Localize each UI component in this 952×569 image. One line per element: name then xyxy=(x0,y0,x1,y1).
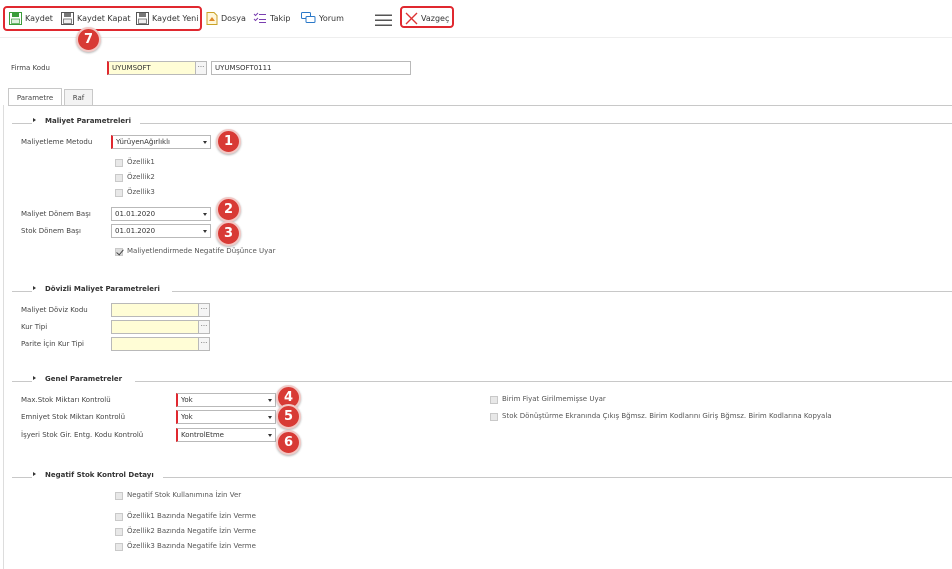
takip-button[interactable]: Takip xyxy=(253,9,290,27)
section-line xyxy=(172,291,952,292)
chevron-down-icon xyxy=(268,399,272,402)
parite-kur-tipi-lookup-button[interactable]: ··· xyxy=(198,337,210,351)
ozellik2-label: Özellik2 xyxy=(127,173,155,181)
badge-1: 1 xyxy=(216,129,241,154)
negatif-izin-label: Negatif Stok Kullanımına İzin Ver xyxy=(127,491,242,499)
maliyetleme-metodu-label: Maliyetleme Metodu xyxy=(21,138,93,146)
dosya-button[interactable]: Dosya xyxy=(206,9,246,27)
collapse-arrow-icon[interactable] xyxy=(33,472,36,476)
doviz-kodu-lookup-button[interactable]: ··· xyxy=(198,303,210,317)
ozellik3-negatif-checkbox[interactable] xyxy=(115,543,123,551)
max-stok-label: Max.Stok Miktarı Kontrolü xyxy=(21,396,111,404)
section-line xyxy=(12,381,32,382)
stok-donem-basi-date[interactable]: 01.01.2020 xyxy=(111,224,211,238)
emniyet-stok-label: Emniyet Stok Miktarı Kontrolü xyxy=(21,413,126,421)
ozellik2-checkbox[interactable] xyxy=(115,174,123,182)
maliyet-doviz-kodu-input[interactable] xyxy=(111,303,199,317)
section-line xyxy=(12,123,32,124)
collapse-arrow-icon[interactable] xyxy=(33,286,36,290)
firma-kodu-label: Firma Kodu xyxy=(11,64,50,72)
ozellik2-negatif-checkbox[interactable] xyxy=(115,528,123,536)
yorum-button[interactable]: Yorum xyxy=(301,9,344,27)
ozellik3-negatif-label: Özellik3 Bazında Negatife İzin Verme xyxy=(127,542,256,550)
badge-5: 5 xyxy=(276,404,301,429)
max-stok-select[interactable]: Yok xyxy=(176,393,276,407)
section-line xyxy=(12,291,32,292)
ozellik1-negatif-label: Özellik1 Bazında Negatife İzin Verme xyxy=(127,512,256,520)
section-line xyxy=(12,477,32,478)
highlight-save-group xyxy=(3,6,202,31)
maliyet-doviz-kodu-label: Maliyet Döviz Kodu xyxy=(21,306,88,314)
negatif-uyar-label: Maliyetlendirmede Negatife Düşünce Uyar xyxy=(127,247,276,255)
checklist-icon xyxy=(253,12,266,23)
kur-tipi-input[interactable] xyxy=(111,320,199,334)
emniyet-stok-value: Yok xyxy=(181,413,193,421)
section-line xyxy=(163,477,952,478)
chevron-down-icon xyxy=(203,213,207,216)
birim-fiyat-label: Birim Fiyat Girilmemişse Uyar xyxy=(502,395,606,403)
stok-donem-basi-label: Stok Dönem Başı xyxy=(21,227,81,235)
ozellik3-checkbox[interactable] xyxy=(115,189,123,197)
ozellik3-label: Özellik3 xyxy=(127,188,155,196)
emniyet-stok-select[interactable]: Yok xyxy=(176,410,276,424)
stok-donusturme-label: Stok Dönüştürme Ekranında Çıkış Bğmsz. B… xyxy=(502,412,832,420)
section-line xyxy=(135,381,952,382)
firma-kodu-lookup-button[interactable]: ··· xyxy=(195,61,207,75)
negatif-izin-checkbox[interactable] xyxy=(115,492,123,500)
firma-desc-input[interactable]: UYUMSOFT0111 xyxy=(211,61,411,75)
comment-icon xyxy=(301,12,316,23)
ozellik2-negatif-label: Özellik2 Bazında Negatife İzin Verme xyxy=(127,527,256,535)
toolbar: Kaydet Kaydet Kapat Kaydet Yeni Dosya Ta… xyxy=(0,0,952,38)
kur-tipi-lookup-button[interactable]: ··· xyxy=(198,320,210,334)
section-title-dovizli: Dövizli Maliyet Parametreleri xyxy=(45,285,160,293)
stok-donusturme-checkbox[interactable] xyxy=(490,413,498,421)
dosya-label: Dosya xyxy=(221,13,246,23)
chevron-down-icon xyxy=(203,141,207,144)
max-stok-value: Yok xyxy=(181,396,193,404)
badge-7: 7 xyxy=(76,27,101,52)
hamburger-icon xyxy=(375,14,392,26)
section-title-genel: Genel Parametreler xyxy=(45,375,123,383)
collapse-arrow-icon[interactable] xyxy=(33,376,36,380)
tab-parametre[interactable]: Parametre xyxy=(8,88,62,106)
tab-raf[interactable]: Raf xyxy=(64,89,93,106)
section-title-negatif: Negatif Stok Kontrol Detayı xyxy=(45,471,154,479)
maliyet-donem-basi-label: Maliyet Dönem Başı xyxy=(21,210,91,218)
firma-kodu-input[interactable]: UYUMSOFT xyxy=(107,61,196,75)
section-line xyxy=(140,123,952,124)
takip-label: Takip xyxy=(270,13,291,23)
chevron-down-icon xyxy=(203,230,207,233)
maliyetleme-metodu-value: YürüyenAğırlıklı xyxy=(116,138,170,146)
parite-kur-tipi-label: Parite İçin Kur Tipi xyxy=(21,340,84,348)
yorum-label: Yorum xyxy=(319,13,344,23)
isyeri-stok-label: İşyeri Stok Gir. Entg. Kodu Kontrolü xyxy=(21,431,144,439)
ozellik1-label: Özellik1 xyxy=(127,158,155,166)
badge-2: 2 xyxy=(216,197,241,222)
menu-button[interactable] xyxy=(375,11,392,29)
negatif-uyar-checkbox[interactable] xyxy=(115,248,123,256)
collapse-arrow-icon[interactable] xyxy=(33,118,36,122)
document-icon xyxy=(206,11,218,25)
stok-donem-basi-value: 01.01.2020 xyxy=(115,227,156,235)
maliyet-donem-basi-value: 01.01.2020 xyxy=(115,210,156,218)
highlight-vazgec xyxy=(400,6,454,28)
maliyetleme-metodu-select[interactable]: YürüyenAğırlıklı xyxy=(111,135,211,149)
birim-fiyat-checkbox[interactable] xyxy=(490,396,498,404)
maliyet-donem-basi-date[interactable]: 01.01.2020 xyxy=(111,207,211,221)
badge-3: 3 xyxy=(216,221,241,246)
ozellik1-negatif-checkbox[interactable] xyxy=(115,513,123,521)
isyeri-stok-value: KontrolEtme xyxy=(181,431,224,439)
tab-divider xyxy=(8,105,952,106)
chevron-down-icon xyxy=(268,416,272,419)
ozellik1-checkbox[interactable] xyxy=(115,159,123,167)
isyeri-stok-select[interactable]: KontrolEtme xyxy=(176,428,276,442)
chevron-down-icon xyxy=(268,434,272,437)
kur-tipi-label: Kur Tipi xyxy=(21,323,48,331)
section-title-maliyet: Maliyet Parametreleri xyxy=(45,117,132,125)
badge-6: 6 xyxy=(276,430,301,455)
parite-kur-tipi-input[interactable] xyxy=(111,337,199,351)
left-border xyxy=(3,105,4,569)
